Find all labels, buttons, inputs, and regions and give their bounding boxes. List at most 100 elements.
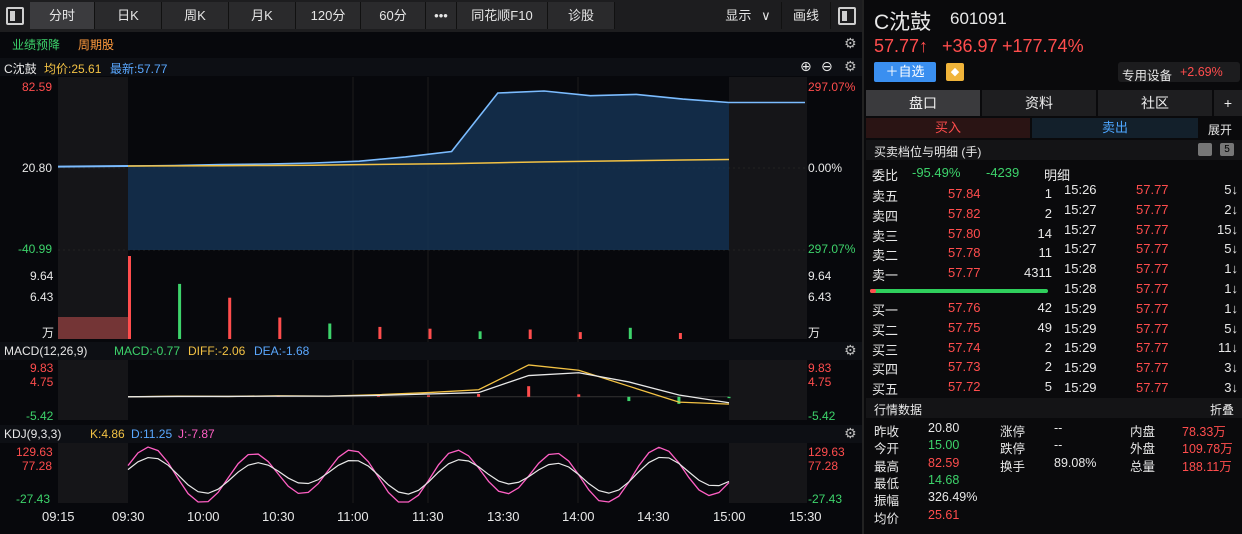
- postmarket-zone: [729, 443, 807, 503]
- macd-axis-mid: 4.75: [30, 375, 54, 389]
- tick-volume: 1↓: [1224, 281, 1238, 296]
- bid-price: 57.76: [948, 300, 981, 315]
- tick-time: 15:27: [1064, 221, 1097, 237]
- volume-bar: [128, 256, 131, 339]
- time-label: 10:00: [187, 509, 220, 524]
- stat-value: 20.80: [928, 421, 960, 435]
- volume-bar: [528, 329, 532, 339]
- time-label: 14:30: [637, 509, 670, 524]
- kdj-axis-right-top: 129.63: [808, 445, 845, 459]
- kdj-axis-right-bottom: -27.43: [808, 492, 843, 506]
- tick-price: 57.77: [1136, 182, 1169, 197]
- stat-value: 15.00: [928, 438, 960, 453]
- macd-panel-header: MACD(12,26,9) MACD:-0.77 DIFF:-2.06 DEA:…: [0, 342, 862, 360]
- stat-value: 14.68: [928, 472, 960, 487]
- draw-line-button[interactable]: 画线: [782, 2, 831, 29]
- add-watchlist-button[interactable]: ＋自选: [874, 62, 936, 82]
- panel-toggle-icon[interactable]: [838, 7, 856, 25]
- sector-badge[interactable]: 专用设备 +2.69%: [1118, 62, 1240, 83]
- sell-button[interactable]: 卖出: [1032, 118, 1198, 138]
- tick-row: 15:28 57.77 1↓: [1064, 279, 1238, 299]
- tab-orderbook[interactable]: 盘口: [866, 90, 980, 116]
- volume-bar: [578, 332, 582, 339]
- tab-60min[interactable]: 60分: [361, 2, 426, 29]
- ask-row[interactable]: 卖五 57.84 1: [872, 184, 1052, 204]
- ask-label: 卖三: [872, 228, 899, 244]
- premarket-zone: [58, 360, 128, 420]
- kdj-title[interactable]: KDJ(9,3,3): [4, 427, 61, 441]
- ask-row[interactable]: 卖二 57.78 11: [872, 243, 1052, 263]
- stat-row: 最低 14.68: [874, 472, 1238, 491]
- add-tab-button[interactable]: +: [1214, 90, 1242, 116]
- volume-bar: [428, 328, 432, 339]
- tick-time: 15:29: [1064, 380, 1097, 395]
- bid-volume: 2: [1044, 339, 1052, 355]
- expand-button[interactable]: 展开: [1208, 121, 1232, 138]
- bid-row[interactable]: 买二 57.75 49: [872, 318, 1052, 338]
- tab-daily-k[interactable]: 日K: [95, 2, 162, 29]
- macd-axis-top: 9.83: [30, 361, 54, 375]
- volume-bar: [378, 326, 382, 339]
- price-axis-bottom: -40.99: [18, 242, 53, 256]
- macd-title[interactable]: MACD(12,26,9): [4, 344, 87, 358]
- tick-price: 57.77: [1136, 320, 1169, 336]
- tab-120min[interactable]: 120分: [296, 2, 361, 29]
- price-axis-mid: 20.80: [22, 161, 53, 175]
- tick-time: 15:26: [1064, 182, 1097, 197]
- chart-svg: [57, 77, 807, 503]
- f10-button[interactable]: 同花顺F10: [457, 2, 548, 29]
- bid-row[interactable]: 买三 57.74 2: [872, 338, 1052, 358]
- pct-axis-mid: 0.00%: [808, 161, 843, 175]
- gear-icon[interactable]: ⚙: [844, 342, 857, 359]
- premarket-zone: [58, 443, 128, 503]
- kdj-panel-header: KDJ(9,3,3) K:4.86 D:11.25 J:-7.87 ⚙: [0, 425, 862, 443]
- diagnose-button[interactable]: 诊股: [548, 2, 615, 29]
- tick-volume: 3↓: [1224, 360, 1238, 376]
- bid-row[interactable]: 买四 57.73 2: [872, 357, 1052, 377]
- tick-row: 15:29 57.77 1↓: [1064, 299, 1238, 319]
- tab-profile[interactable]: 资料: [982, 90, 1096, 116]
- tab-intraday[interactable]: 分时: [30, 2, 95, 29]
- gear-icon[interactable]: ⚙: [844, 425, 857, 442]
- chart-area: 业绩预降 周期股 ⚙ C沈鼓 均价:25.61 最新:57.77 ⊕ ⊖ ⚙ 8…: [0, 32, 862, 534]
- stat-value: --: [1054, 438, 1063, 453]
- ask-price: 57.78: [948, 245, 981, 261]
- time-label: 11:00: [337, 509, 369, 524]
- time-label: 15:30: [789, 509, 822, 524]
- ask-row[interactable]: 卖一 57.77 4311: [872, 263, 1052, 283]
- tab-community[interactable]: 社区: [1098, 90, 1212, 116]
- tick-volume: 5↓: [1224, 320, 1238, 336]
- more-periods-button[interactable]: •••: [426, 2, 457, 29]
- tick-volume: 5↓: [1224, 241, 1238, 257]
- postmarket-zone: [729, 77, 807, 339]
- ask-label: 卖一: [872, 268, 899, 284]
- ask-volume: 14: [1037, 225, 1052, 241]
- orderbook-section-header: 买卖档位与明细 (手) 5: [866, 140, 1242, 160]
- tick-time: 15:27: [1064, 201, 1097, 217]
- tick-price: 57.77: [1136, 340, 1169, 356]
- tab-weekly-k[interactable]: 周K: [162, 2, 229, 29]
- bid-row[interactable]: 买五 57.72 5: [872, 377, 1052, 397]
- price-axis-top: 82.59: [22, 80, 53, 94]
- weibi-value: -4239: [986, 165, 1020, 180]
- tick-time: 15:29: [1064, 300, 1097, 316]
- j-value: J:-7.87: [178, 427, 215, 441]
- five-level-icon[interactable]: 5: [1220, 143, 1234, 156]
- ask-label: 卖二: [872, 248, 899, 264]
- stock-code: 601091: [950, 9, 1007, 28]
- sidebar-toggle-icon[interactable]: [6, 7, 24, 25]
- calculator-icon[interactable]: [1198, 143, 1212, 156]
- tick-row: 15:28 57.77 1↓: [1064, 259, 1238, 279]
- buy-button[interactable]: 买入: [866, 118, 1030, 138]
- bid-volume: 5: [1044, 379, 1052, 395]
- badge-icon[interactable]: ◆: [946, 63, 964, 81]
- display-dropdown[interactable]: 显示 ∨: [715, 2, 782, 29]
- bid-row[interactable]: 买一 57.76 42: [872, 298, 1052, 318]
- time-label: 13:30: [487, 509, 520, 524]
- fold-button[interactable]: 折叠: [1210, 401, 1234, 418]
- bid-price: 57.73: [948, 359, 981, 375]
- ask-row[interactable]: 卖三 57.80 14: [872, 224, 1052, 244]
- ask-row[interactable]: 卖四 57.82 2: [872, 204, 1052, 224]
- tab-monthly-k[interactable]: 月K: [229, 2, 296, 29]
- tick-row: 15:29 57.77 5↓: [1064, 319, 1238, 339]
